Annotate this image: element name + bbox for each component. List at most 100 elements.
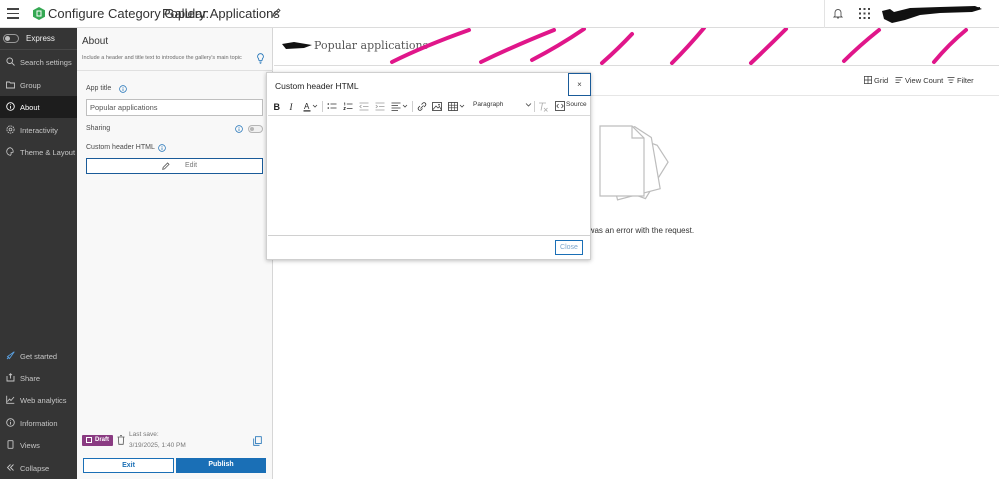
rail-item-label: About bbox=[20, 103, 40, 112]
edit-button-label: Edit bbox=[185, 162, 198, 169]
indent-icon[interactable] bbox=[375, 101, 385, 112]
rail-item-views[interactable]: Views bbox=[0, 434, 77, 456]
redaction-marks bbox=[282, 28, 968, 65]
chart-icon bbox=[6, 395, 15, 404]
error-message: e was an error with the request. bbox=[582, 226, 695, 235]
filter-label: Filter bbox=[957, 76, 974, 85]
rail-item-label: Share bbox=[20, 374, 41, 383]
rail-item-label: Information bbox=[20, 419, 58, 428]
info-icon bbox=[6, 102, 15, 111]
rail-item-collapse[interactable]: Collapse bbox=[0, 457, 77, 479]
edit-custom-header-button[interactable]: Edit bbox=[86, 158, 263, 174]
rail-item-get-started[interactable]: Get started bbox=[0, 345, 77, 367]
rich-text-toolbar: B I A Paragraph Source bbox=[268, 97, 590, 116]
gear-icon bbox=[6, 125, 15, 134]
user-account-redacted[interactable] bbox=[880, 3, 985, 25]
numbered-list-icon[interactable] bbox=[343, 101, 353, 112]
svg-text:B: B bbox=[274, 102, 281, 112]
info-icon bbox=[6, 418, 15, 427]
html-editor-area[interactable] bbox=[268, 116, 590, 236]
link-icon[interactable] bbox=[417, 101, 427, 112]
source-label: Source bbox=[566, 101, 587, 108]
custom-header-label: Custom header HTML bbox=[86, 144, 155, 151]
publish-button[interactable]: Publish bbox=[176, 458, 266, 473]
notifications-bell-icon[interactable] bbox=[833, 8, 843, 19]
align-icon[interactable] bbox=[391, 101, 408, 112]
app-logo-icon bbox=[33, 7, 45, 20]
dialog-close-button[interactable]: Close bbox=[555, 240, 583, 255]
rail-item-share[interactable]: Share bbox=[0, 367, 77, 389]
share-icon bbox=[6, 373, 15, 382]
search-icon bbox=[6, 57, 15, 66]
rail-item-label: Web analytics bbox=[20, 396, 67, 405]
filter-icon bbox=[947, 77, 955, 83]
panel-divider bbox=[77, 70, 273, 71]
header-app-name: Popular Applications bbox=[162, 6, 280, 21]
paragraph-format-dropdown[interactable]: Paragraph bbox=[473, 101, 503, 108]
panel-title: About bbox=[82, 36, 109, 47]
bold-icon[interactable]: B bbox=[272, 101, 282, 112]
rail-item-search-settings[interactable]: Search settings bbox=[0, 51, 77, 73]
app-title-input[interactable] bbox=[86, 99, 263, 116]
image-icon[interactable] bbox=[432, 101, 442, 112]
custom-header-html-dialog: Custom header HTML × B I A Paragraph Sou… bbox=[266, 72, 591, 260]
svg-text:A: A bbox=[304, 102, 310, 111]
rail-item-web-analytics[interactable]: Web analytics bbox=[0, 389, 77, 411]
rail-item-label: Theme & Layout bbox=[20, 148, 76, 157]
toolbar-divider bbox=[412, 101, 413, 112]
app-header: Configure Category Gallery: Popular Appl… bbox=[0, 0, 999, 28]
app-title-info-icon[interactable] bbox=[119, 85, 127, 93]
grid-icon bbox=[864, 76, 872, 84]
rail-item-information[interactable]: Information bbox=[0, 412, 77, 434]
trash-icon[interactable] bbox=[117, 435, 125, 445]
chevron-down-icon[interactable] bbox=[525, 102, 532, 108]
clear-formatting-icon[interactable] bbox=[538, 101, 548, 112]
palette-icon bbox=[6, 147, 14, 156]
panel-description: Include a header and title text to intro… bbox=[82, 55, 242, 61]
rail-item-label: Search settings bbox=[20, 58, 72, 67]
last-save-timestamp: 3/19/2025, 1:40 PM bbox=[129, 442, 186, 449]
sharing-label: Sharing bbox=[86, 125, 111, 132]
rail-item-label: Interactivity bbox=[20, 126, 58, 135]
rail-item-label: Views bbox=[20, 441, 40, 450]
draft-label: Draft bbox=[95, 437, 110, 443]
rename-pencil-icon[interactable] bbox=[272, 8, 281, 17]
express-label: Express bbox=[26, 34, 55, 43]
dialog-close-x-button[interactable]: × bbox=[568, 73, 591, 96]
toolbar-divider bbox=[534, 101, 535, 112]
express-toggle[interactable] bbox=[3, 34, 19, 43]
chevron-double-left-icon bbox=[6, 464, 14, 471]
hamburger-menu-icon[interactable] bbox=[7, 8, 19, 19]
grid-label: Grid bbox=[874, 76, 889, 85]
outdent-icon[interactable] bbox=[359, 101, 369, 112]
app-launcher-grid-icon[interactable] bbox=[859, 8, 870, 19]
source-code-icon bbox=[555, 101, 565, 111]
exit-button[interactable]: Exit bbox=[83, 458, 174, 473]
sharing-info-icon[interactable] bbox=[235, 125, 243, 133]
lightbulb-tip-icon[interactable] bbox=[257, 53, 264, 64]
rail-item-interactivity[interactable]: Interactivity bbox=[0, 119, 77, 141]
custom-header-info-icon[interactable] bbox=[158, 144, 166, 152]
rail-item-label: Group bbox=[20, 81, 41, 90]
font-color-icon[interactable]: A bbox=[303, 101, 318, 112]
express-mode: Express bbox=[0, 28, 77, 50]
source-button[interactable]: Source bbox=[555, 101, 587, 114]
sharing-toggle[interactable] bbox=[248, 125, 263, 133]
rail-item-about[interactable]: About bbox=[0, 96, 77, 118]
rail-item-group[interactable]: Group bbox=[0, 74, 77, 96]
rail-item-theme-layout[interactable]: Theme & Layout bbox=[0, 141, 77, 163]
italic-icon[interactable]: I bbox=[287, 101, 297, 112]
bulleted-list-icon[interactable] bbox=[327, 101, 337, 112]
last-save-label: Last save: bbox=[129, 431, 159, 438]
left-navigation-rail: Express Search settings Group About Inte… bbox=[0, 28, 77, 479]
settings-panel: About Include a header and title text to… bbox=[77, 28, 273, 479]
custom-header-banner: Popular applications bbox=[274, 28, 999, 65]
copy-link-icon[interactable] bbox=[253, 436, 262, 446]
device-icon bbox=[7, 440, 14, 449]
view-count-label: View Count bbox=[905, 76, 944, 85]
sort-icon bbox=[895, 77, 903, 83]
draft-status-badge: Draft bbox=[82, 435, 113, 446]
table-icon[interactable] bbox=[448, 101, 466, 112]
svg-text:I: I bbox=[289, 102, 294, 112]
app-title-label: App title bbox=[86, 85, 112, 92]
